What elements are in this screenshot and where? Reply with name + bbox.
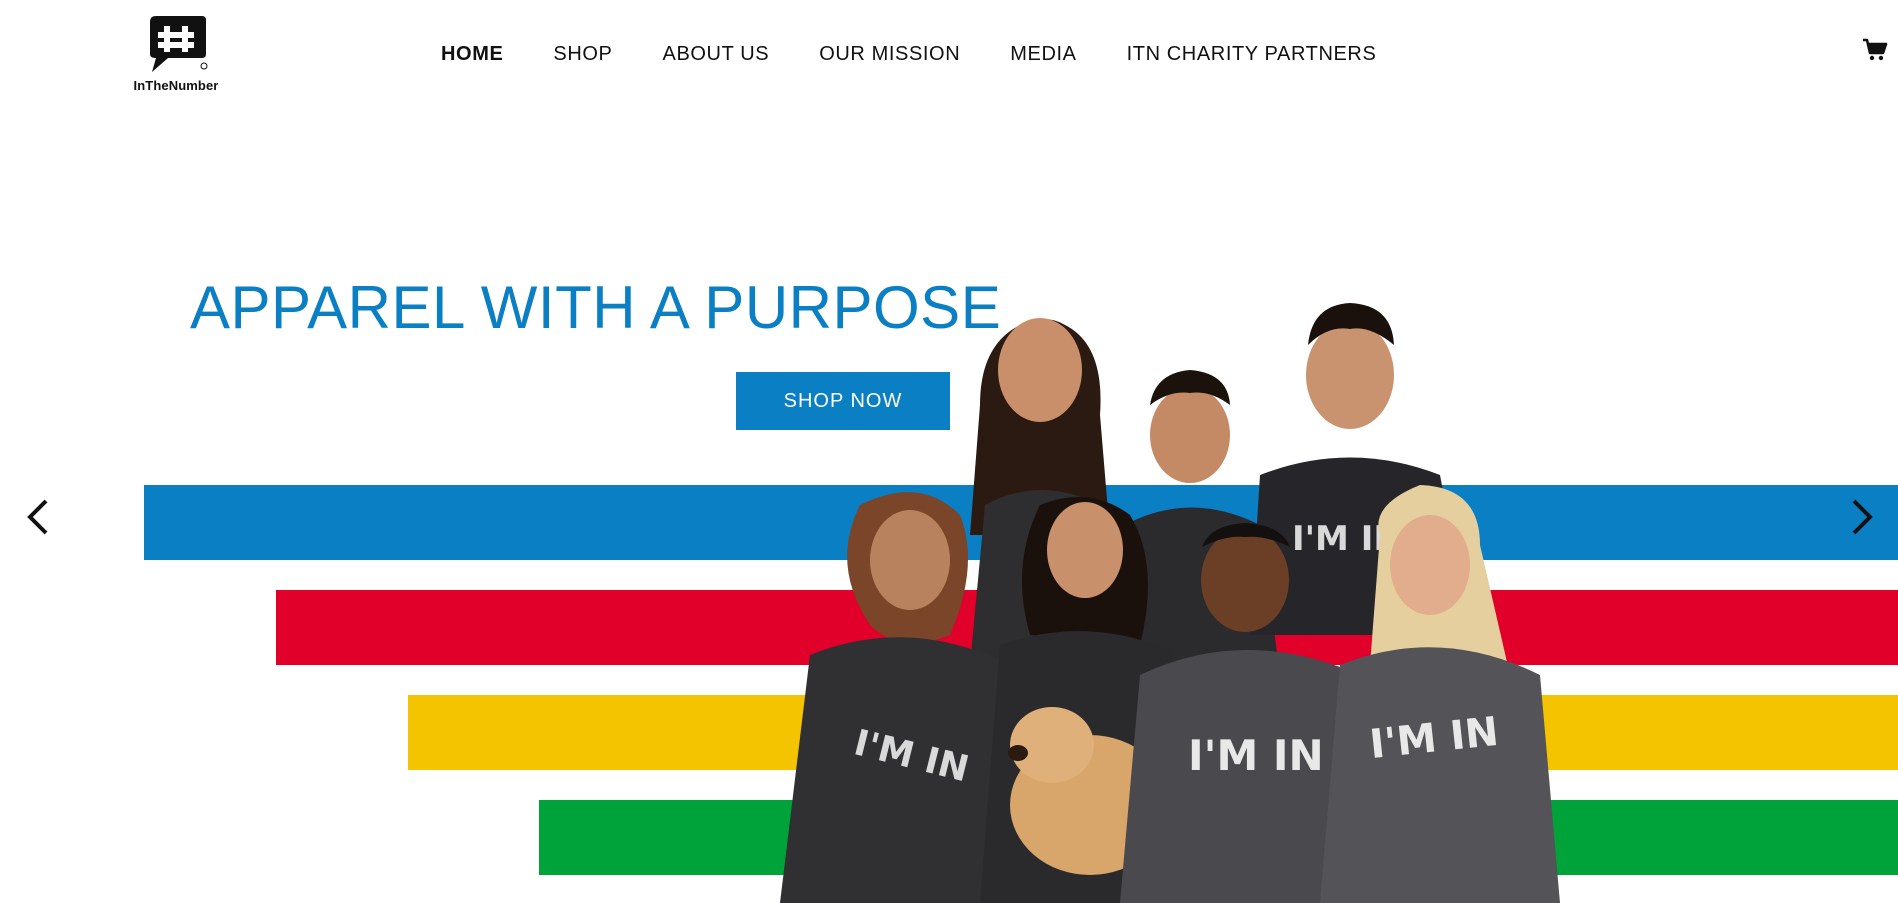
chevron-left-icon[interactable] [20,487,60,547]
nav-item-our-mission[interactable]: OUR MISSION [819,43,960,66]
chevron-right-icon[interactable] [1840,487,1880,547]
hero-group-photo: I'M IN I'M IN I'M IN I'M IN [780,303,1560,903]
brand-name: InTheNumber [133,78,219,93]
hero-carousel: APPAREL WITH A PURPOSE SHOP NOW I'M IN I… [0,105,1898,903]
hashtag-speech-bubble-icon [150,16,208,72]
nav-item-media[interactable]: MEDIA [1010,43,1076,66]
nav-item-about-us[interactable]: ABOUT US [663,43,770,66]
nav-item-home[interactable]: HOME [441,43,503,66]
cart-icon[interactable] [1862,38,1888,62]
brand-logo[interactable]: InTheNumber [128,14,224,96]
site-header: InTheNumber HOME SHOP ABOUT US OUR MISSI… [0,0,1898,105]
nav-item-shop[interactable]: SHOP [553,43,612,66]
main-nav: HOME SHOP ABOUT US OUR MISSION MEDIA ITN… [441,40,1376,68]
shirt-print-front-center-right: I'M IN [1188,731,1324,780]
nav-item-charity-partners[interactable]: ITN CHARITY PARTNERS [1127,43,1377,66]
